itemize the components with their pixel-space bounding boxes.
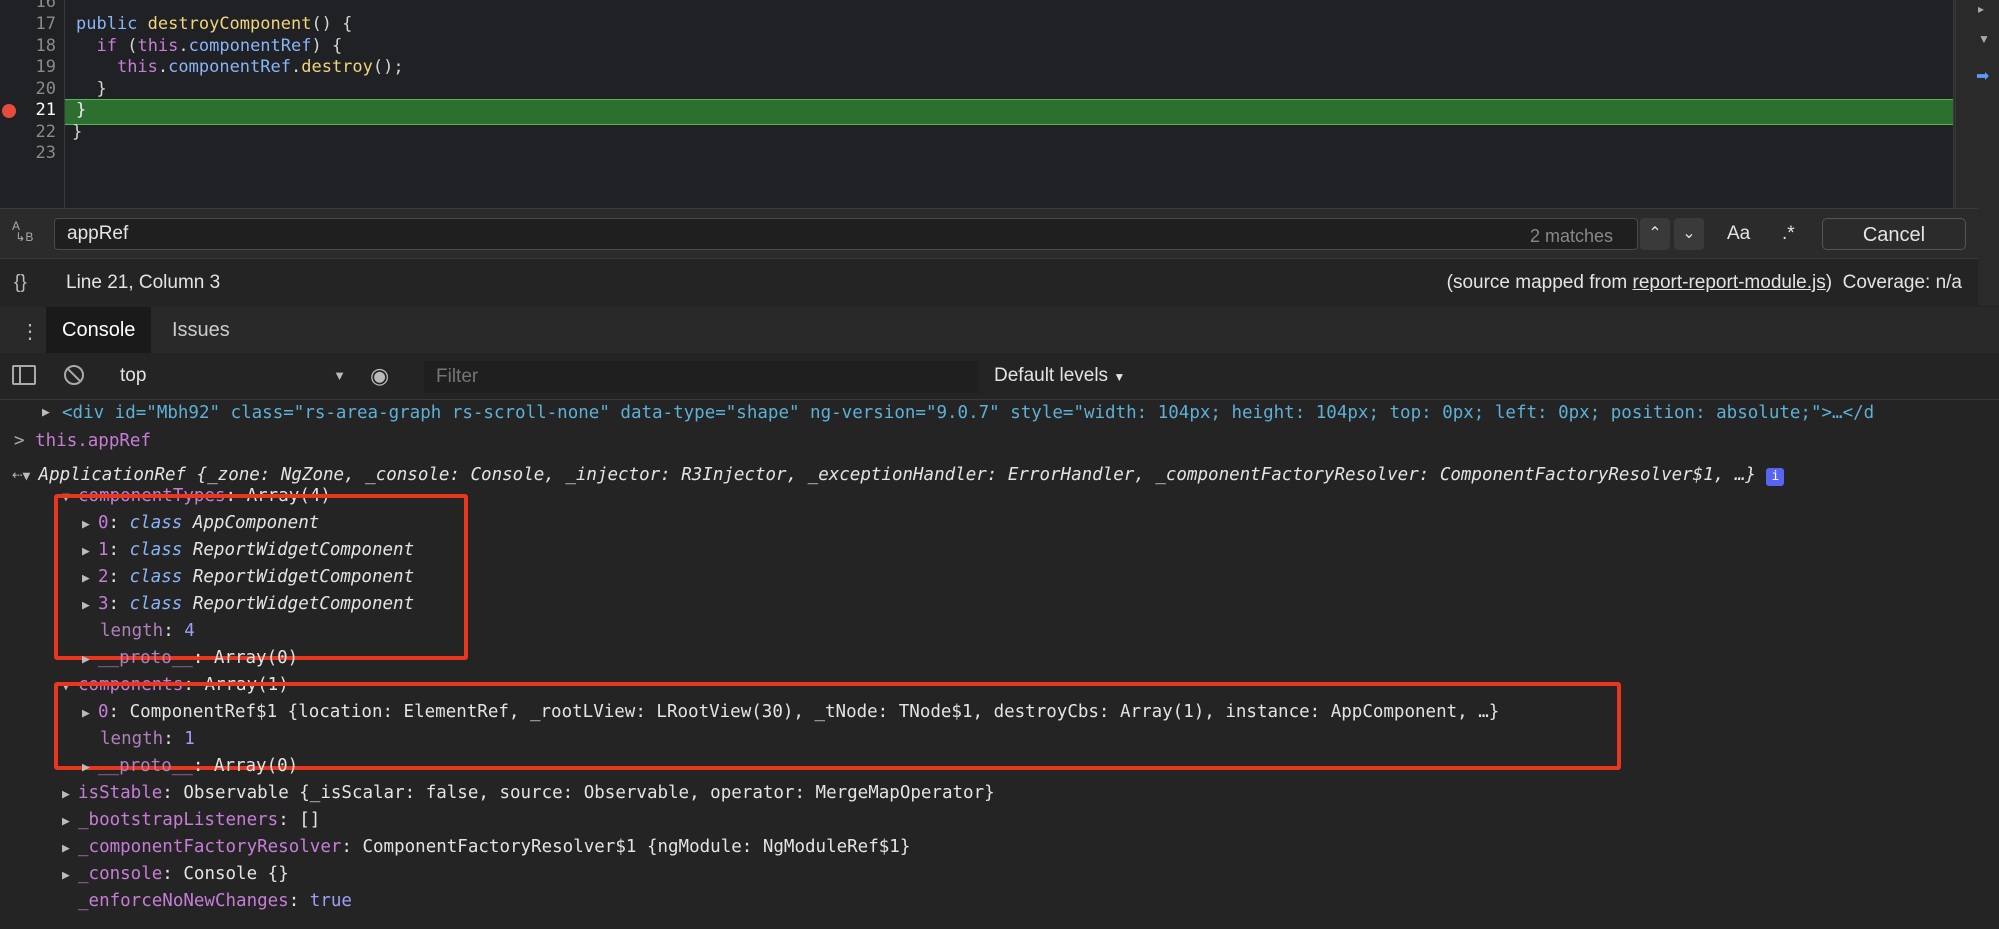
clear-console-icon[interactable] <box>64 365 84 385</box>
dom-element-log[interactable]: ▶ <div id="Mbh92" class="rs-area-graph rs… <box>42 400 1875 426</box>
prop-key: _enforceNoNewChanges <box>78 891 289 911</box>
expand-triangle-icon[interactable]: ▶ <box>62 782 78 808</box>
coverage-info: Coverage: n/a <box>1842 272 1962 293</box>
console-output[interactable]: ▶ <div id="Mbh92" class="rs-area-graph rs… <box>0 400 1999 929</box>
dropdown-arrow-icon: ▼ <box>333 368 346 383</box>
console-prop-row[interactable]: ▶ _console: Console {} <box>62 861 289 887</box>
enforce-no-new-changes-row: _enforceNoNewChanges: true <box>78 891 352 911</box>
expand-triangle-icon[interactable]: ▶ <box>62 863 78 889</box>
pretty-print-icon[interactable]: {} <box>14 272 27 294</box>
console-input-text: this.appRef <box>35 431 151 451</box>
is-stable-row[interactable]: ▶ isStable: Observable {_isScalar: false,… <box>62 780 995 806</box>
cursor-position: Line 21, Column 3 <box>66 272 221 293</box>
editor-status-bar: {} Line 21, Column 3 (source mapped from… <box>0 258 1978 308</box>
step-arrow-icon[interactable]: ➡ <box>1976 66 1989 86</box>
line-number: 16 <box>35 0 56 12</box>
prop-value: Observable {_isScalar: false, source: Ob… <box>183 783 995 803</box>
find-bar: A ↳B 2 matches ⌃ ⌄ Aa .* Cancel <box>0 208 1978 259</box>
more-menu-icon[interactable]: ⋮ <box>20 319 40 344</box>
regex-button[interactable]: .* <box>1782 223 1795 245</box>
expand-triangle-icon[interactable]: ▶ <box>42 400 58 426</box>
line-number: 21 <box>35 100 56 120</box>
paused-line-highlight <box>65 99 1953 125</box>
code-line: if (this.componentRef) { <box>96 36 343 56</box>
breakpoint-marker[interactable] <box>2 104 16 118</box>
chevron-down-icon[interactable]: ▼ <box>1978 32 1990 46</box>
prev-match-button[interactable]: ⌃ <box>1640 218 1670 250</box>
result-arrow-icon: ⇠ <box>12 465 23 485</box>
prompt-chevron-icon: > <box>14 431 25 451</box>
highlight-box <box>54 494 468 660</box>
prop-key: _console <box>78 864 163 884</box>
prop-key: _bootstrapListeners <box>78 810 279 830</box>
prop-value: true <box>309 891 352 911</box>
live-expression-eye-icon[interactable]: ◉ <box>370 363 389 389</box>
expand-triangle-icon[interactable]: ▶ <box>82 647 98 673</box>
expand-triangle-icon[interactable]: ▶ <box>62 809 78 835</box>
cancel-button[interactable]: Cancel <box>1822 218 1966 250</box>
expand-triangle-icon[interactable]: ▶ <box>62 836 78 862</box>
code-line: } <box>76 79 107 99</box>
component-factory-resolver-row[interactable]: ▶ _componentFactoryResolver: ComponentFac… <box>62 834 910 860</box>
prop-key: _componentFactoryResolver <box>78 837 342 857</box>
prop-value: [] <box>299 810 321 830</box>
context-select[interactable]: top ▼ <box>110 361 356 391</box>
prop-key: isStable <box>78 783 163 803</box>
match-case-button[interactable]: Aa <box>1727 223 1750 245</box>
prop-value: Console {} <box>183 864 289 884</box>
code-editor[interactable]: 16 17 18 19 20 21 22 23 public destroyCo… <box>0 0 1955 208</box>
tab-issues[interactable]: Issues <box>156 307 246 353</box>
console-input-line: > this.appRef <box>14 428 151 454</box>
search-input[interactable] <box>54 218 1638 250</box>
app-ref-summary: ApplicationRef {_zone: NgZone, _console:… <box>38 465 1756 485</box>
tab-console[interactable]: Console <box>46 307 152 353</box>
replace-toggle-icon[interactable]: A ↳B <box>12 220 33 243</box>
code-line: this.componentRef.destroy(); <box>116 57 404 77</box>
proto-row[interactable]: ▶ __proto__: Array(0) <box>82 753 298 779</box>
filter-input[interactable] <box>424 361 978 393</box>
source-map-info: (source mapped from report-report-module… <box>1447 272 1962 294</box>
bootstrap-listeners-row[interactable]: ▶ _bootstrapListeners: [] <box>62 807 320 833</box>
line-number: 18 <box>35 36 56 56</box>
caret-up-icon[interactable]: ▸ <box>1978 2 1984 16</box>
context-value: top <box>120 365 147 386</box>
code-line: public destroyComponent() { <box>76 14 353 34</box>
div-line-text: <div id="Mbh92" class="rs-area-graph rs-… <box>62 403 1875 423</box>
line-number: 22 <box>35 122 56 142</box>
log-levels-label: Default levels <box>994 365 1109 386</box>
console-toolbar: top ▼ ◉ Default levels ▼ <box>0 353 1999 400</box>
match-count: 2 matches <box>1530 226 1614 246</box>
prop-value: Array(0) <box>213 756 299 776</box>
line-number: 17 <box>35 14 56 34</box>
source-suffix: ) <box>1825 272 1833 293</box>
prop-value: ComponentFactoryResolver$1 {ngModule: Ng… <box>362 837 911 857</box>
prop-value: Array(0) <box>213 648 299 668</box>
chevron-down-icon: ▼ <box>1113 370 1126 384</box>
sidebar-toggle-icon[interactable] <box>12 365 36 385</box>
source-prefix: (source mapped from <box>1446 272 1633 293</box>
drawer-tabs: ⋮ Console Issues <box>0 307 1999 354</box>
source-file-link[interactable]: report-report-module.js <box>1633 272 1826 293</box>
info-icon[interactable]: i <box>1766 468 1785 486</box>
proto-row[interactable]: ▶ __proto__: Array(0) <box>82 645 298 671</box>
line-number: 19 <box>35 57 56 77</box>
next-match-button[interactable]: ⌄ <box>1674 218 1704 250</box>
line-number: 20 <box>35 79 56 99</box>
prop-key: __proto__ <box>98 648 193 668</box>
expand-triangle-icon[interactable]: ▶ <box>82 755 98 781</box>
prop-key: __proto__ <box>98 756 193 776</box>
expand-triangle-icon[interactable]: ▼ <box>23 464 39 490</box>
line-number: 23 <box>35 143 56 163</box>
code-line: } <box>72 122 83 142</box>
code-line: } <box>76 100 87 120</box>
log-levels-select[interactable]: Default levels ▼ <box>994 365 1125 387</box>
